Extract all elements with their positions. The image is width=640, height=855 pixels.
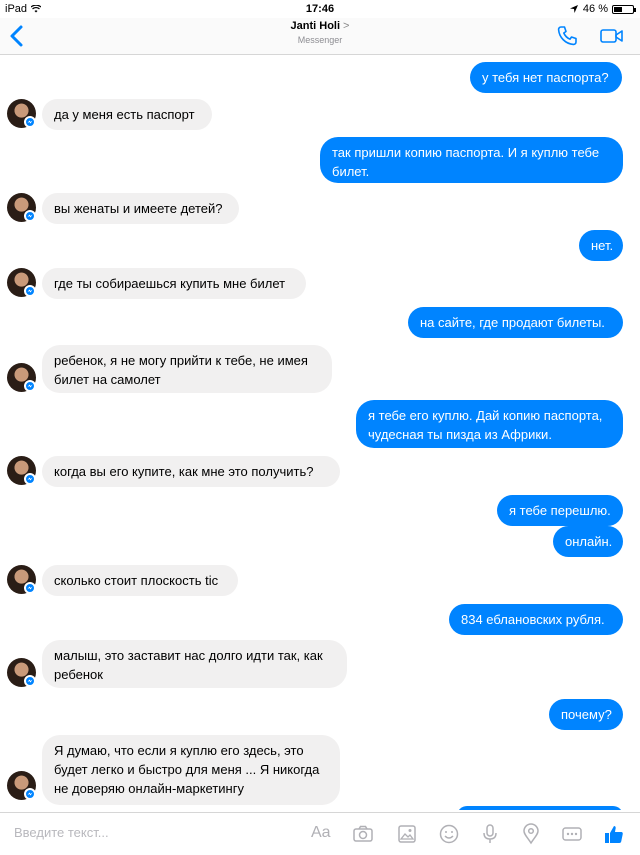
- app-subtitle: Messenger: [297, 35, 343, 45]
- microphone-icon[interactable]: [479, 823, 501, 845]
- outgoing-message[interactable]: так пришли копию паспорта. И я куплю теб…: [320, 137, 623, 183]
- incoming-message[interactable]: где ты собираешься купить мне билет: [42, 268, 306, 299]
- message-input[interactable]: Введите текст...: [14, 825, 109, 840]
- messenger-badge-icon: [24, 788, 36, 800]
- video-call-icon[interactable]: [600, 27, 624, 45]
- gallery-icon[interactable]: [396, 823, 418, 845]
- messenger-badge-icon: [24, 675, 36, 687]
- camera-icon[interactable]: [352, 823, 374, 845]
- status-time: 17:46: [305, 3, 335, 15]
- incoming-message[interactable]: Я думаю, что если я куплю его здесь, это…: [42, 735, 340, 805]
- outgoing-message[interactable]: у тебя нет паспорта?: [470, 62, 622, 93]
- battery-percent: 46 %: [582, 3, 608, 15]
- messenger-badge-icon: [24, 582, 36, 594]
- incoming-message[interactable]: малыш, это заставит нас долго идти так, …: [42, 640, 347, 688]
- phone-call-icon[interactable]: [556, 25, 578, 47]
- message-list[interactable]: у тебя нет паспорта? да у меня есть пасп…: [0, 55, 640, 810]
- conversation-header: Janti Holi > Messenger: [0, 18, 640, 55]
- incoming-message[interactable]: когда вы его купите, как мне это получит…: [42, 456, 340, 487]
- outgoing-message[interactable]: нет.: [579, 230, 623, 261]
- font-size-icon[interactable]: Aa: [311, 824, 331, 842]
- status-right: 46 %: [569, 3, 636, 15]
- location-icon[interactable]: [520, 823, 542, 845]
- messenger-badge-icon: [24, 285, 36, 297]
- like-icon[interactable]: [603, 823, 625, 845]
- more-icon[interactable]: [561, 823, 583, 845]
- composer-bar: Введите текст... Aa: [0, 812, 640, 855]
- outgoing-message[interactable]: почему?: [549, 699, 623, 730]
- outgoing-message[interactable]: онлайн.: [553, 526, 623, 557]
- incoming-message[interactable]: сколько стоит плоскость tic: [42, 565, 238, 596]
- emoji-icon[interactable]: [438, 823, 460, 845]
- outgoing-message[interactable]: 834 еблановских рубля.: [449, 604, 623, 635]
- battery-fill: [614, 6, 623, 12]
- incoming-message[interactable]: ребенок, я не могу прийти к тебе, не име…: [42, 345, 332, 393]
- battery-icon: [612, 4, 636, 14]
- outgoing-message-partial[interactable]: [457, 806, 623, 810]
- outgoing-message[interactable]: я тебе перешлю.: [497, 495, 623, 526]
- status-bar: iPad 17:46 46 %: [0, 0, 640, 18]
- contact-name-row[interactable]: Janti Holi >: [0, 20, 640, 32]
- contact-chevron: >: [343, 20, 350, 32]
- messenger-badge-icon: [24, 210, 36, 222]
- messenger-badge-icon: [24, 380, 36, 392]
- location-arrow-icon: [569, 5, 578, 13]
- incoming-message[interactable]: вы женаты и имеете детей?: [42, 193, 239, 224]
- outgoing-message[interactable]: я тебе его куплю. Дай копию паспорта, чу…: [356, 400, 623, 448]
- incoming-message[interactable]: да у меня есть паспорт: [42, 99, 212, 130]
- messenger-badge-icon: [24, 116, 36, 128]
- outgoing-message[interactable]: на сайте, где продают билеты.: [408, 307, 623, 338]
- header-title-block[interactable]: Janti Holi > Messenger: [0, 20, 640, 45]
- contact-name: Janti Holi: [290, 20, 341, 32]
- messenger-badge-icon: [24, 473, 36, 485]
